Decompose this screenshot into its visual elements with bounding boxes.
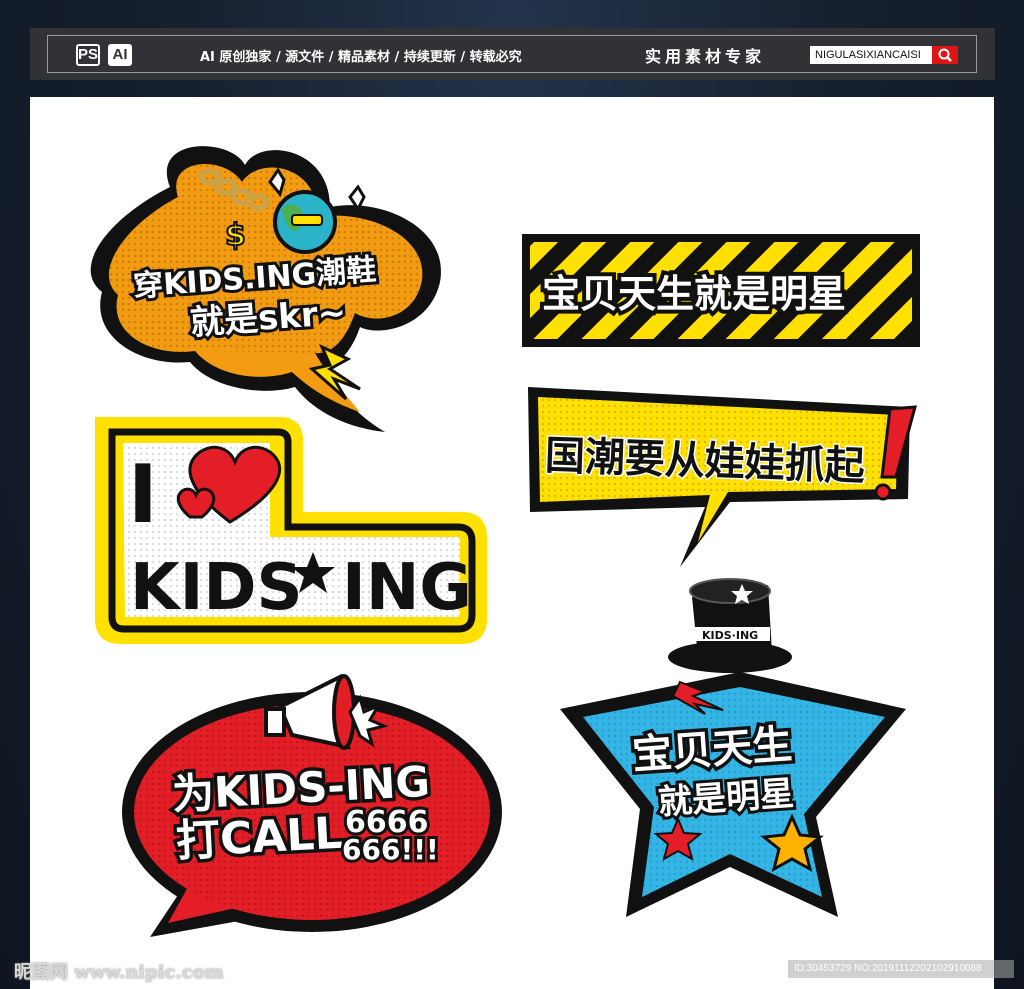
i-love-letter: I	[128, 448, 158, 541]
call-num2: 666!!!	[342, 833, 439, 866]
watermark-left: 昵图网 www.nipic.com	[14, 962, 224, 983]
top-bar: PS AI AI 原创独家 / 源文件 / 精品素材 / 持续更新 / 转载必究…	[30, 28, 995, 80]
search-button[interactable]	[932, 46, 958, 64]
tagline: AI 原创独家 / 源文件 / 精品素材 / 持续更新 / 转载必究	[200, 50, 522, 65]
ai-format-badge: AI	[108, 44, 132, 66]
sticker-star: KIDS·ING 宝贝天生 就是明星	[560, 578, 906, 917]
search-input[interactable]	[810, 46, 932, 64]
sticker-guochao: 国潮要从娃娃抓起	[528, 387, 918, 567]
i-love-brand-suffix: ING	[342, 551, 472, 625]
call-line2: 打CALL	[175, 808, 344, 868]
search-icon	[938, 48, 952, 62]
sticker-shoes-cloud: $ 穿KIDS.ING潮鞋 就是skr~	[90, 146, 441, 432]
sticker-call: 为KIDS-ING 打CALL 6666 666!!!	[122, 673, 502, 937]
sticker-baby-star-banner: 宝贝天生就是明星	[522, 234, 920, 347]
sticker-i-love-kids: I KIDS ING	[95, 417, 487, 644]
baby-star-banner-text: 宝贝天生就是明星	[542, 272, 846, 316]
expert-slogan: 实用素材专家	[645, 47, 766, 66]
artboard: $ 穿KIDS.ING潮鞋 就是skr~ 宝贝天生就是明星 I KIDS ING…	[30, 97, 994, 989]
ps-format-badge: PS	[76, 44, 100, 66]
hat-text: KIDS·ING	[702, 629, 758, 642]
top-hat-icon: KIDS·ING	[668, 578, 792, 673]
svg-text:$: $	[225, 218, 246, 253]
top-bar-frame: PS AI AI 原创独家 / 源文件 / 精品素材 / 持续更新 / 转载必究…	[47, 35, 977, 73]
watermark-right: ID:30453729 NO:20191112202102910088	[788, 960, 1014, 978]
i-love-brand: KIDS	[130, 551, 303, 625]
